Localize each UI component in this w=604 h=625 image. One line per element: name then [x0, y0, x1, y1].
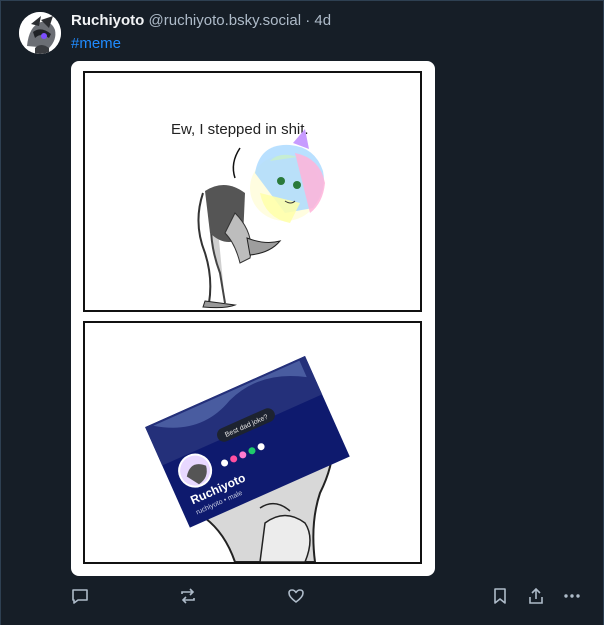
heart-icon — [288, 589, 304, 603]
bookmark-button[interactable] — [490, 586, 510, 606]
share-button[interactable] — [526, 586, 546, 606]
like-button[interactable] — [286, 586, 306, 606]
repost-icon — [181, 588, 195, 604]
separator: · — [305, 12, 311, 29]
reply-icon — [72, 589, 88, 604]
post-image[interactable]: Ew, I stepped in shit. Best dad joke? Ru… — [71, 61, 435, 576]
bookmark-icon — [494, 588, 506, 604]
more-icon — [564, 594, 580, 598]
comic-panel-bottom: Best dad joke? Ruchiyoto ruchiyoto • mal… — [83, 321, 422, 564]
panel-bottom-drawing: Best dad joke? Ruchiyoto ruchiyoto • mal… — [145, 356, 350, 562]
hashtag-link[interactable]: #meme — [71, 35, 121, 52]
post-header: Ruchiyoto @ruchiyoto.bsky.social · 4d — [71, 12, 331, 29]
post-time[interactable]: 4d — [314, 12, 331, 29]
author-handle[interactable]: @ruchiyoto.bsky.social — [149, 12, 302, 29]
comic-panel-top: Ew, I stepped in shit. — [83, 71, 422, 312]
avatar-image — [19, 12, 61, 54]
left-border — [0, 0, 1, 625]
share-icon — [529, 587, 543, 604]
more-options-button[interactable] — [562, 586, 582, 606]
post-actions — [0, 586, 604, 608]
author-name[interactable]: Ruchiyoto — [71, 12, 144, 29]
avatar[interactable] — [19, 12, 61, 54]
reply-button[interactable] — [70, 586, 90, 606]
repost-button[interactable] — [178, 586, 198, 606]
panel-top-drawing — [197, 129, 325, 309]
top-divider — [0, 0, 604, 1]
